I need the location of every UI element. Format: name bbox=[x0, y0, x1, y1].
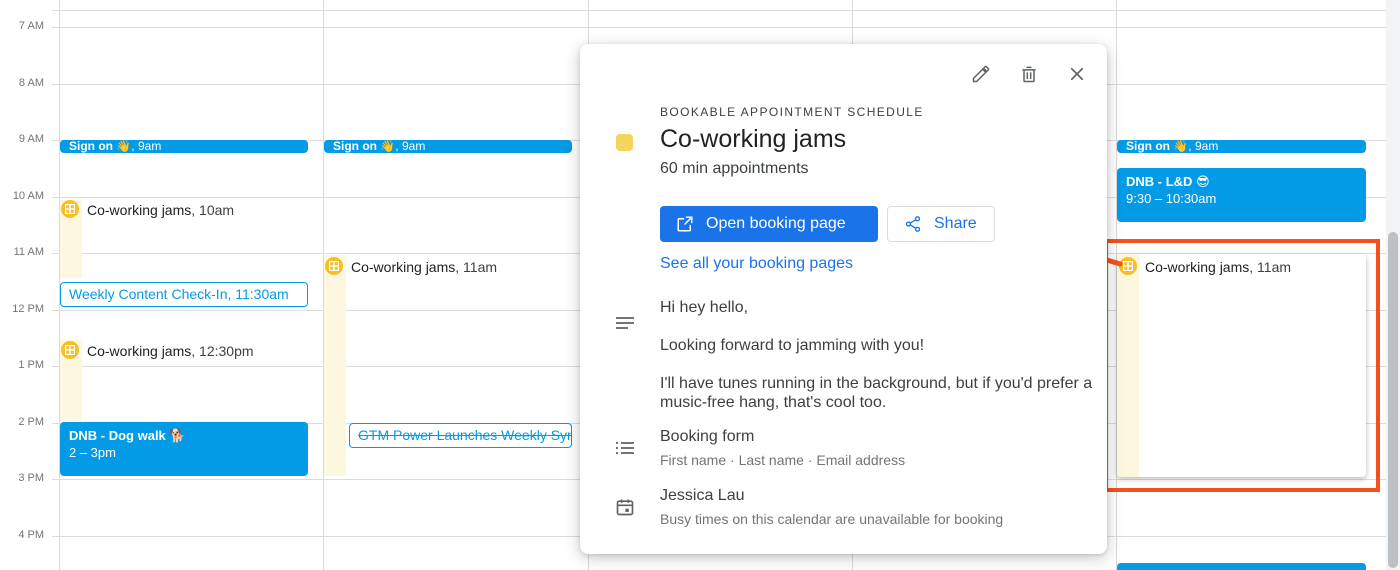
event-sign-on[interactable]: Sign on 👋, 9am bbox=[1117, 140, 1366, 153]
time-label: 10 AM bbox=[12, 190, 44, 202]
event-time: , 11:30am bbox=[227, 286, 289, 302]
time-label: 2 PM bbox=[18, 416, 44, 428]
share-button[interactable]: Share bbox=[887, 206, 995, 242]
event-title: Sign on bbox=[69, 140, 113, 153]
event-title: GTM Power Launches Weekly Sync bbox=[358, 427, 572, 443]
popup-title: Co-working jams bbox=[660, 125, 847, 153]
delete-button[interactable] bbox=[1015, 62, 1043, 86]
time-label: 3 PM bbox=[18, 472, 44, 484]
event-time: , 9am bbox=[395, 140, 426, 153]
sunglasses-emoji: 😎 bbox=[1196, 174, 1210, 189]
list-icon bbox=[614, 437, 636, 459]
time-label: 1 PM bbox=[18, 359, 44, 371]
appointment-slot[interactable] bbox=[324, 255, 346, 476]
hour-line bbox=[52, 10, 1386, 11]
event-time: , 9am bbox=[1188, 140, 1219, 153]
appointment-label[interactable]: Co-working jams, 10am bbox=[87, 202, 234, 218]
appointment-grid-icon bbox=[61, 341, 79, 359]
open-in-new-icon bbox=[677, 216, 693, 232]
event-gtm-power-launches[interactable]: GTM Power Launches Weekly Sync bbox=[349, 423, 572, 448]
time-label: 4 PM bbox=[18, 529, 44, 541]
appointment-label[interactable]: Co-working jams, 11am bbox=[351, 259, 497, 275]
calendar-availability-note: Busy times on this calendar are unavaila… bbox=[660, 511, 1004, 527]
time-label: 12 PM bbox=[12, 303, 44, 315]
appointment-grid-icon bbox=[325, 257, 343, 275]
appointment-details-popup: BOOKABLE APPOINTMENT SCHEDULE Co-working… bbox=[580, 44, 1107, 554]
appointment-grid-icon bbox=[61, 200, 79, 218]
event-title: Weekly Content Check-In bbox=[69, 286, 228, 302]
event-title: DNB - Dog walk bbox=[69, 428, 166, 443]
description-line: I'll have tunes running in the backgroun… bbox=[660, 375, 1093, 411]
appointment-title: Co-working jams bbox=[87, 202, 192, 218]
share-icon bbox=[905, 216, 921, 232]
schedule-type-label: BOOKABLE APPOINTMENT SCHEDULE bbox=[660, 105, 924, 119]
trash-icon bbox=[1022, 66, 1036, 83]
appointment-description: Hi hey hello, Looking forward to jamming… bbox=[660, 298, 1095, 431]
edit-button[interactable] bbox=[967, 62, 995, 86]
appointment-time: , 12:30pm bbox=[191, 343, 254, 359]
see-all-booking-pages-link[interactable]: See all your booking pages bbox=[660, 255, 853, 273]
close-icon bbox=[1070, 67, 1084, 81]
scrollbar[interactable] bbox=[1386, 0, 1400, 570]
event-title: Sign on bbox=[1126, 140, 1170, 153]
calendar-owner-name: Jessica Lau bbox=[660, 487, 745, 504]
waving-hand-emoji: 👋 bbox=[1173, 140, 1189, 153]
event-sign-on[interactable]: Sign on 👋, 9am bbox=[60, 140, 308, 153]
event-time: , 9am bbox=[131, 140, 162, 153]
appointment-time: , 11am bbox=[455, 259, 498, 275]
booking-form-fields: First name · Last name · Email address bbox=[660, 452, 906, 468]
waving-hand-emoji: 👋 bbox=[116, 140, 132, 153]
event-time: 2 – 3pm bbox=[69, 445, 116, 460]
appointment-title: Co-working jams bbox=[351, 259, 456, 275]
highlight-annotation-box bbox=[1104, 239, 1380, 492]
scrollbar-thumb[interactable] bbox=[1388, 232, 1398, 568]
appointment-time: , 10am bbox=[191, 202, 235, 218]
time-label: 7 AM bbox=[18, 20, 44, 32]
event-title: Sign on bbox=[333, 140, 377, 153]
hour-line bbox=[52, 27, 1386, 28]
pencil-icon bbox=[972, 65, 990, 83]
calendar-color-swatch bbox=[616, 134, 633, 151]
description-line: Hi hey hello, bbox=[660, 299, 749, 316]
event-dnb-dog-walk[interactable]: DNB - Dog walk 🐕 2 – 3pm bbox=[60, 422, 308, 476]
event-title: DNB - L&D bbox=[1126, 174, 1193, 189]
event-time: 9:30 – 10:30am bbox=[1126, 191, 1217, 206]
event-weekly-content-checkin[interactable]: Weekly Content Check-In, 11:30am bbox=[60, 282, 308, 307]
event-sign-on[interactable]: Sign on 👋, 9am bbox=[324, 140, 572, 153]
close-button[interactable] bbox=[1063, 62, 1091, 86]
appointment-title: Co-working jams bbox=[87, 343, 192, 359]
time-label: 9 AM bbox=[18, 133, 44, 145]
description-line: Looking forward to jamming with you! bbox=[660, 337, 925, 354]
open-booking-page-button[interactable]: Open booking page bbox=[660, 206, 878, 242]
share-label: Share bbox=[934, 215, 977, 232]
event-dnb-ld[interactable]: DNB - L&D 😎 9:30 – 10:30am bbox=[1117, 168, 1366, 222]
booking-form-title: Booking form bbox=[660, 428, 755, 445]
popup-actions bbox=[967, 62, 1091, 86]
dog-emoji: 🐕 bbox=[169, 428, 186, 443]
time-label: 8 AM bbox=[18, 77, 44, 89]
description-icon bbox=[614, 312, 636, 334]
waving-hand-emoji: 👋 bbox=[380, 140, 396, 153]
open-booking-page-label: Open booking page bbox=[706, 215, 846, 232]
calendar-icon bbox=[614, 496, 636, 518]
appointment-duration: 60 min appointments bbox=[660, 160, 809, 177]
event-partial[interactable] bbox=[1117, 563, 1366, 570]
appointment-label[interactable]: Co-working jams, 12:30pm bbox=[87, 343, 254, 359]
time-label: 11 AM bbox=[13, 246, 44, 258]
